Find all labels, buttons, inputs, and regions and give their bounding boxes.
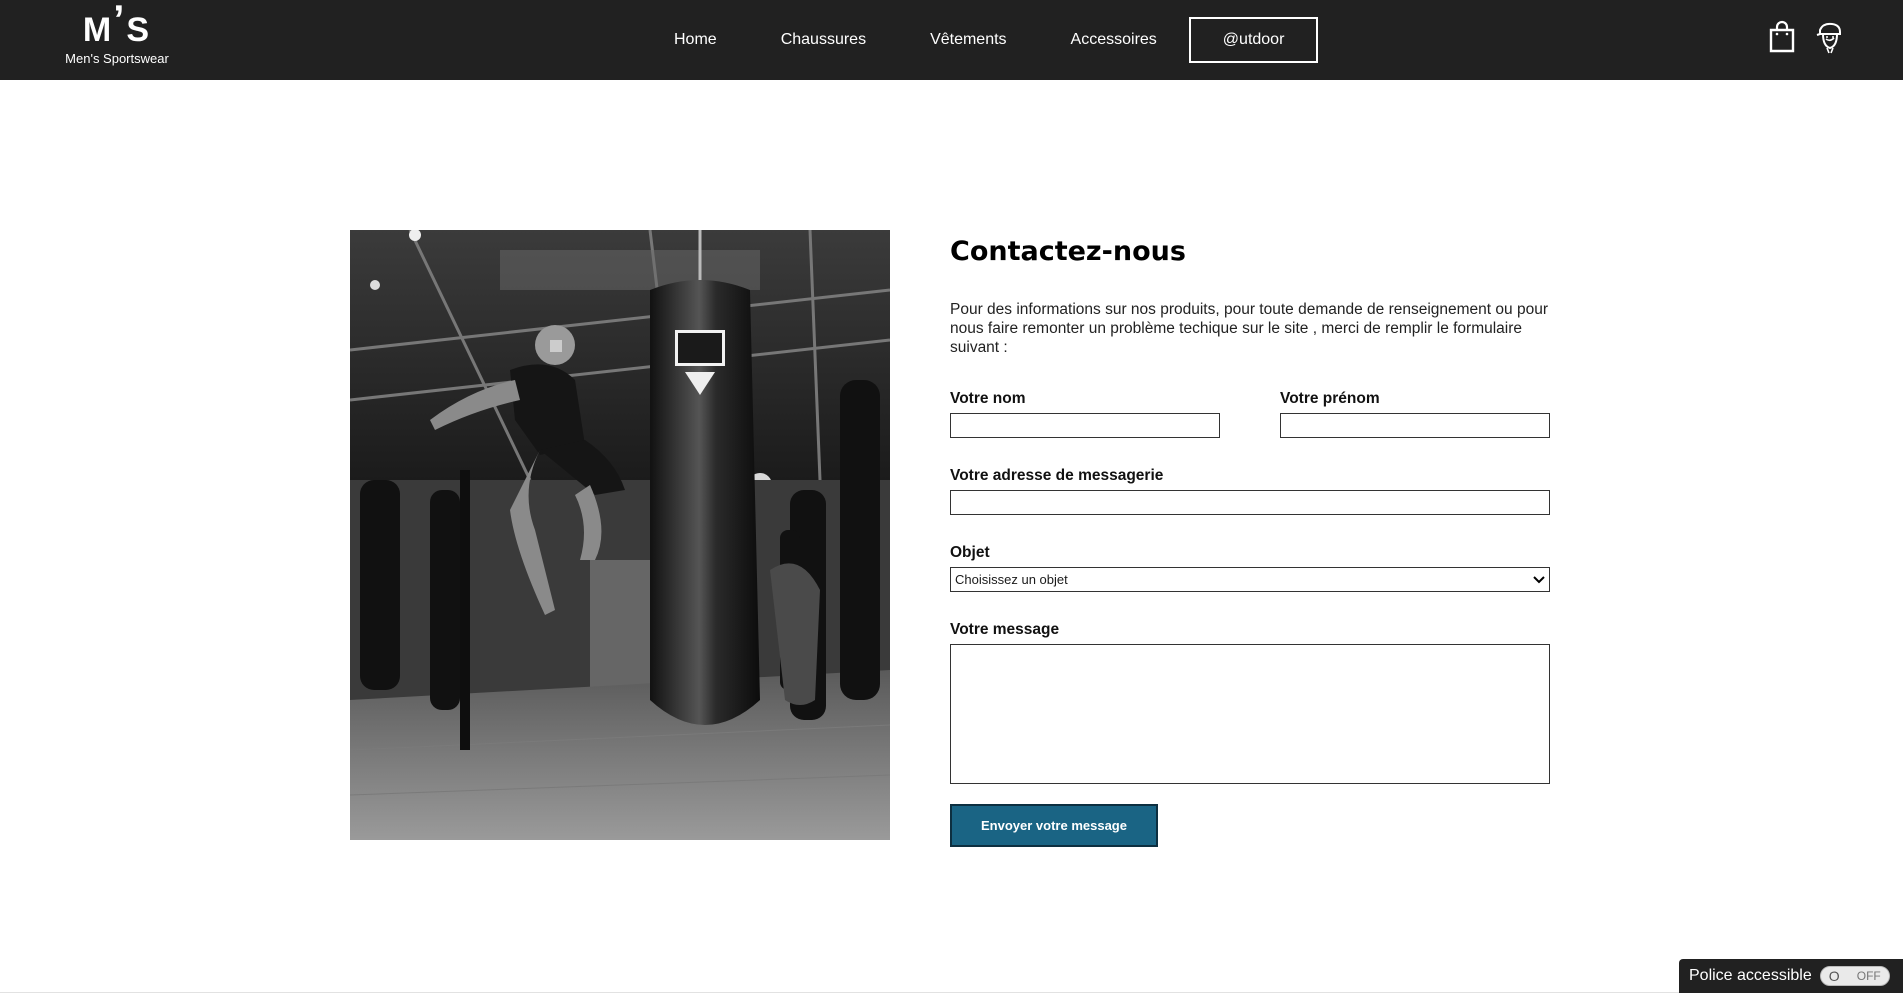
accessible-font-label: Police accessible	[1689, 967, 1812, 984]
chevron-down-icon	[1533, 575, 1545, 583]
nav-home[interactable]: Home	[642, 17, 749, 63]
site-header: M’S Men's Sportswear Home Chaussures Vêt…	[0, 0, 1903, 80]
page-title: Contactez-nous	[950, 236, 1186, 267]
intro-text: Pour des informations sur nos produits, …	[950, 301, 1548, 356]
last-name-group: Votre nom	[950, 389, 1220, 438]
name-row: Votre nom Votre prénom	[950, 389, 1550, 438]
message-label: Votre message	[950, 621, 1060, 638]
shopping-bag-icon[interactable]	[1767, 20, 1797, 54]
submit-button[interactable]: Envoyer votre message	[950, 804, 1158, 847]
subject-group: Objet Choisissez un objet	[950, 543, 1550, 592]
subject-select[interactable]: Choisissez un objet	[950, 567, 1550, 592]
email-label: Votre adresse de messagerie	[950, 467, 1164, 484]
logo-subtitle: Men's Sportswear	[65, 51, 169, 66]
email-group: Votre adresse de messagerie	[950, 466, 1550, 515]
nav-vetements[interactable]: Vêtements	[898, 17, 1038, 63]
boxing-photo	[350, 230, 890, 840]
subject-selected-value: Choisissez un objet	[955, 572, 1068, 587]
header-icons	[1767, 20, 1845, 54]
first-name-group: Votre prénom	[1280, 389, 1550, 438]
user-cap-icon[interactable]	[1815, 20, 1845, 54]
subject-label: Objet	[950, 544, 990, 561]
email-input[interactable]	[950, 490, 1550, 515]
toggle-state: OFF	[1856, 969, 1881, 983]
first-name-label: Votre prénom	[1280, 390, 1380, 407]
accessibility-widget: Police accessible O OFF	[1679, 959, 1903, 993]
main-nav: Home Chaussures Vêtements Accessoires @u…	[642, 0, 1319, 80]
message-group: Votre message	[950, 620, 1550, 784]
last-name-input[interactable]	[950, 413, 1220, 438]
nav-accessoires[interactable]: Accessoires	[1039, 17, 1189, 63]
accessible-font-toggle[interactable]: O OFF	[1819, 966, 1890, 986]
logo-mark: M’S	[82, 0, 152, 49]
nav-chaussures[interactable]: Chaussures	[749, 17, 898, 63]
message-textarea[interactable]	[950, 644, 1550, 784]
last-name-label: Votre nom	[950, 390, 1026, 407]
contact-section: Contactez-nous Pour des informations sur…	[950, 230, 1550, 847]
boxing-illustration	[350, 230, 890, 840]
nav-outdoor[interactable]: @utdoor	[1188, 17, 1319, 63]
first-name-input[interactable]	[1280, 413, 1550, 438]
brand-logo[interactable]: M’S Men's Sportswear	[62, 0, 172, 70]
toggle-knob: O	[1828, 968, 1840, 984]
